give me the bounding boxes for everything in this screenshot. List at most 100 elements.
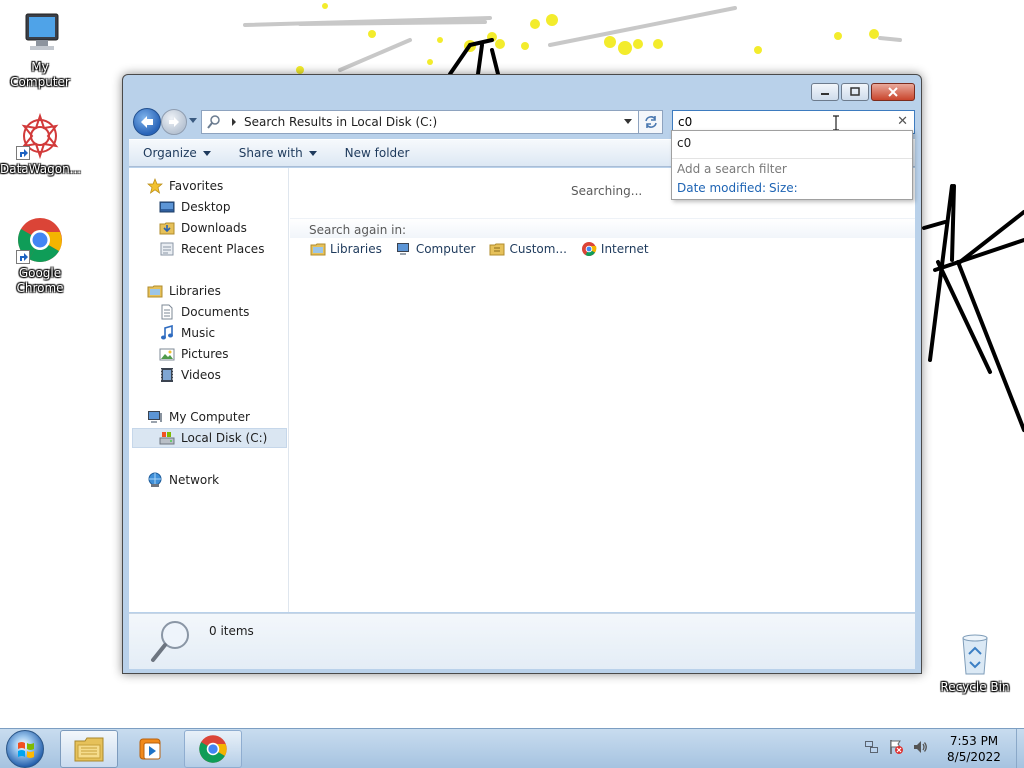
nav-item-label: Videos [181, 368, 221, 382]
taskbar-explorer-button[interactable] [60, 730, 118, 768]
recent-pages-dropdown-icon[interactable] [188, 117, 198, 125]
nav-item-network[interactable]: Network [147, 470, 219, 490]
organize-label: Organize [143, 146, 197, 160]
nav-item-favorites[interactable]: Favorites [147, 176, 223, 196]
taskbar-clock[interactable]: 7:53 PM 8/5/2022 [934, 733, 1014, 765]
nav-item-my-computer[interactable]: My Computer [147, 407, 250, 427]
nav-item-label: Music [181, 326, 216, 340]
search-suggestion-item[interactable]: c0 [677, 136, 691, 150]
taskbar-chrome-button[interactable] [184, 730, 242, 768]
nav-item-downloads[interactable]: Downloads [159, 218, 247, 238]
windows-logo-icon [18, 742, 34, 758]
search-again-libraries[interactable]: Libraries [310, 241, 382, 257]
item-count: 0 items [209, 624, 254, 638]
search-again-link-label: Libraries [330, 242, 382, 256]
recent-places-icon [159, 241, 175, 257]
breadcrumb[interactable]: Search Results in Local Disk (C:) [244, 115, 437, 129]
organize-button[interactable]: Organize [129, 139, 225, 167]
date-modified-filter[interactable]: Date modified: [677, 181, 766, 195]
media-player-icon [139, 738, 161, 760]
desktop-icon-my-computer[interactable]: My Computer [0, 10, 80, 90]
dropdown-divider [672, 158, 912, 159]
magnifier-icon [151, 621, 189, 662]
search-status: Searching... [571, 184, 643, 198]
taskbar: 7:53 PM 8/5/2022 [0, 728, 1024, 768]
refresh-button[interactable] [639, 110, 663, 134]
computer-icon [396, 241, 412, 257]
chevron-down-icon [202, 150, 211, 156]
nav-item-label: Recent Places [181, 242, 265, 256]
search-folder-icon [207, 115, 220, 129]
libraries-icon [310, 241, 326, 257]
nav-item-recent-places[interactable]: Recent Places [159, 239, 264, 259]
nav-item-label: Local Disk (C:) [181, 431, 268, 445]
close-button[interactable] [871, 83, 915, 101]
custom-folder-icon [489, 241, 505, 257]
desktop-icon-recycle-bin[interactable]: Recycle Bin [935, 630, 1015, 695]
clock-date: 8/5/2022 [947, 750, 1001, 764]
back-button[interactable] [133, 108, 161, 136]
nav-item-music[interactable]: Music [159, 323, 215, 343]
search-again-link-label: Computer [415, 242, 476, 256]
navigation-pane: Favorites Desktop Downloads Recent Place… [129, 168, 289, 612]
nav-item-label: Network [169, 473, 220, 487]
nav-item-libraries[interactable]: Libraries [147, 281, 221, 301]
forward-arrow-icon [169, 117, 179, 127]
maximize-button[interactable] [841, 83, 869, 101]
desktop-icon-datawagon[interactable]: DataWagon... [0, 112, 81, 177]
datawagon-icon [16, 112, 64, 160]
minimize-button[interactable] [811, 83, 839, 101]
explorer-folder-icon [74, 737, 104, 762]
search-input[interactable] [678, 112, 878, 132]
shortcut-arrow-icon [16, 146, 30, 160]
close-icon [888, 87, 898, 97]
nav-item-documents[interactable]: Documents [159, 302, 249, 322]
downloads-folder-icon [159, 220, 175, 236]
show-desktop-button[interactable] [1016, 729, 1024, 768]
window-caption-buttons [811, 83, 915, 101]
search-again-link-label: Internet [600, 242, 649, 256]
start-button[interactable] [6, 730, 44, 768]
nav-item-videos[interactable]: Videos [159, 365, 221, 385]
forward-button[interactable] [161, 109, 187, 135]
nav-item-local-disk[interactable]: Local Disk (C:) [132, 428, 287, 448]
nav-item-label: Downloads [181, 221, 247, 235]
chrome-icon [581, 241, 597, 257]
desktop-icon-label: My Computer [10, 60, 70, 89]
results-pane: Searching... Search again in: Libraries … [290, 168, 915, 612]
network-icon [147, 472, 163, 488]
address-dropdown-icon[interactable] [624, 119, 632, 125]
shortcut-arrow-icon [16, 250, 30, 264]
local-disk-icon [159, 430, 175, 446]
address-bar[interactable]: Search Results in Local Disk (C:) [201, 110, 639, 134]
details-pane: 0 items [129, 613, 915, 669]
refresh-icon [644, 116, 657, 128]
breadcrumb-chevron-icon[interactable] [230, 118, 238, 126]
volume-icon[interactable] [912, 739, 928, 755]
my-computer-icon [16, 10, 64, 58]
search-again-links: Libraries Computer Custom... Internet [310, 241, 663, 257]
search-again-computer[interactable]: Computer [396, 241, 476, 257]
nav-item-pictures[interactable]: Pictures [159, 344, 229, 364]
music-icon [159, 324, 175, 341]
taskbar-media-player-button[interactable] [122, 730, 180, 768]
size-filter[interactable]: Size: [769, 181, 798, 195]
share-with-button[interactable]: Share with [225, 139, 331, 167]
search-again-internet[interactable]: Internet [581, 241, 649, 257]
maximize-icon [850, 87, 860, 96]
network-tray-icon[interactable] [864, 739, 880, 755]
clock-time: 7:53 PM [949, 734, 999, 748]
new-folder-button[interactable]: New folder [331, 139, 424, 167]
recycle-bin-icon [951, 630, 999, 678]
nav-item-desktop[interactable]: Desktop [159, 197, 231, 217]
minimize-icon [821, 93, 829, 95]
nav-item-label: Libraries [169, 284, 221, 298]
desktop-icon-google-chrome[interactable]: Google Chrome [0, 216, 80, 296]
search-again-label: Search again in: [309, 223, 407, 237]
clear-search-icon[interactable]: ✕ [897, 115, 908, 129]
documents-icon [159, 304, 175, 320]
search-again-custom[interactable]: Custom... [489, 241, 567, 257]
action-center-flag-icon[interactable] [888, 739, 904, 755]
content-area: Favorites Desktop Downloads Recent Place… [129, 168, 915, 612]
nav-item-label: Documents [181, 305, 250, 319]
